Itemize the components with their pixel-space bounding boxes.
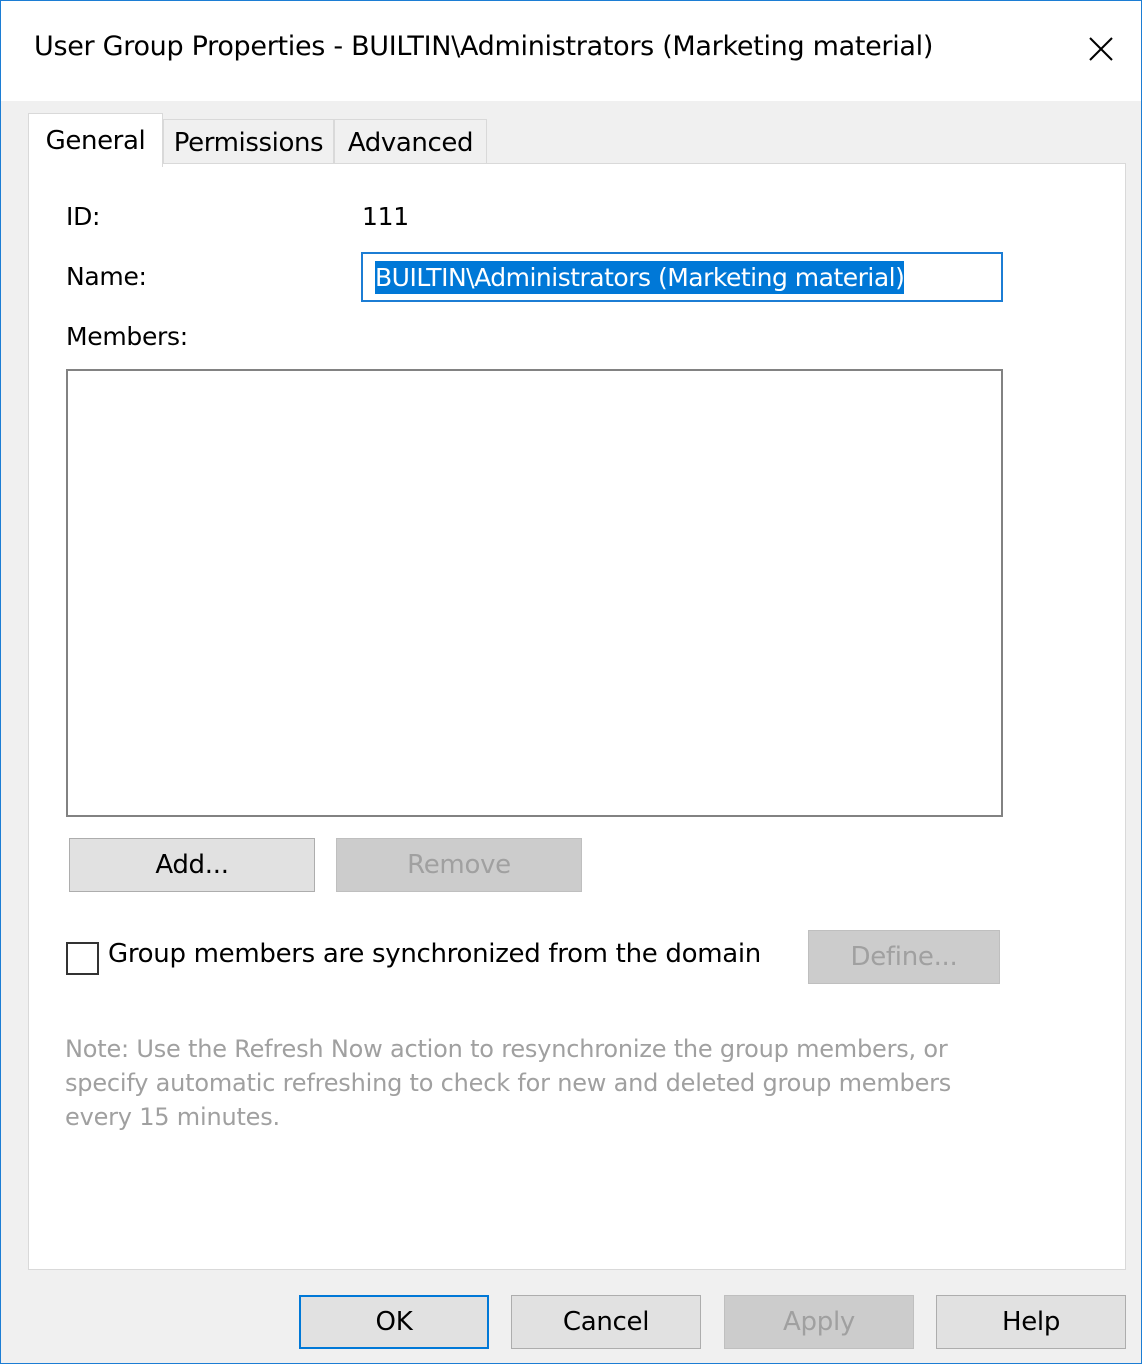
general-tab-panel: ID: 111 Name: BUILTIN\Administrators (Ma…: [28, 163, 1126, 1270]
define-button[interactable]: Define...: [808, 930, 1000, 984]
name-label: Name:: [66, 262, 147, 291]
sync-checkbox[interactable]: [66, 942, 99, 975]
close-button[interactable]: [1061, 1, 1141, 101]
name-field[interactable]: BUILTIN\Administrators (Marketing materi…: [361, 252, 1003, 302]
id-value: 111: [362, 202, 409, 231]
tab-advanced[interactable]: Advanced: [334, 119, 487, 165]
remove-button[interactable]: Remove: [336, 838, 582, 892]
window-title: User Group Properties - BUILTIN\Administ…: [34, 31, 934, 62]
define-button-label: Define...: [850, 942, 958, 972]
tab-advanced-label: Advanced: [347, 127, 474, 158]
add-button[interactable]: Add...: [69, 838, 315, 892]
id-label: ID:: [66, 202, 101, 231]
apply-button-label: Apply: [783, 1307, 855, 1337]
cancel-button[interactable]: Cancel: [511, 1295, 701, 1349]
tab-permissions-label: Permissions: [173, 127, 324, 158]
remove-button-label: Remove: [407, 850, 511, 880]
user-group-properties-dialog: User Group Properties - BUILTIN\Administ…: [0, 0, 1142, 1364]
tab-permissions[interactable]: Permissions: [163, 119, 334, 165]
title-bar: User Group Properties - BUILTIN\Administ…: [1, 1, 1141, 101]
close-icon: [1088, 36, 1114, 66]
apply-button[interactable]: Apply: [724, 1295, 914, 1349]
cancel-button-label: Cancel: [562, 1307, 650, 1337]
help-button-label: Help: [1001, 1307, 1061, 1337]
help-button[interactable]: Help: [936, 1295, 1126, 1349]
ok-button[interactable]: OK: [299, 1295, 489, 1349]
tab-general[interactable]: General: [28, 113, 163, 167]
sync-checkbox-label: Group members are synchronized from the …: [108, 939, 761, 969]
tab-general-label: General: [45, 125, 146, 156]
members-list[interactable]: [66, 369, 1003, 817]
members-label: Members:: [66, 322, 188, 351]
add-button-label: Add...: [155, 850, 229, 880]
name-field-selected-text: BUILTIN\Administrators (Marketing materi…: [375, 260, 905, 294]
sync-note: Note: Use the Refresh Now action to resy…: [65, 1035, 952, 1131]
ok-button-label: OK: [375, 1307, 413, 1337]
